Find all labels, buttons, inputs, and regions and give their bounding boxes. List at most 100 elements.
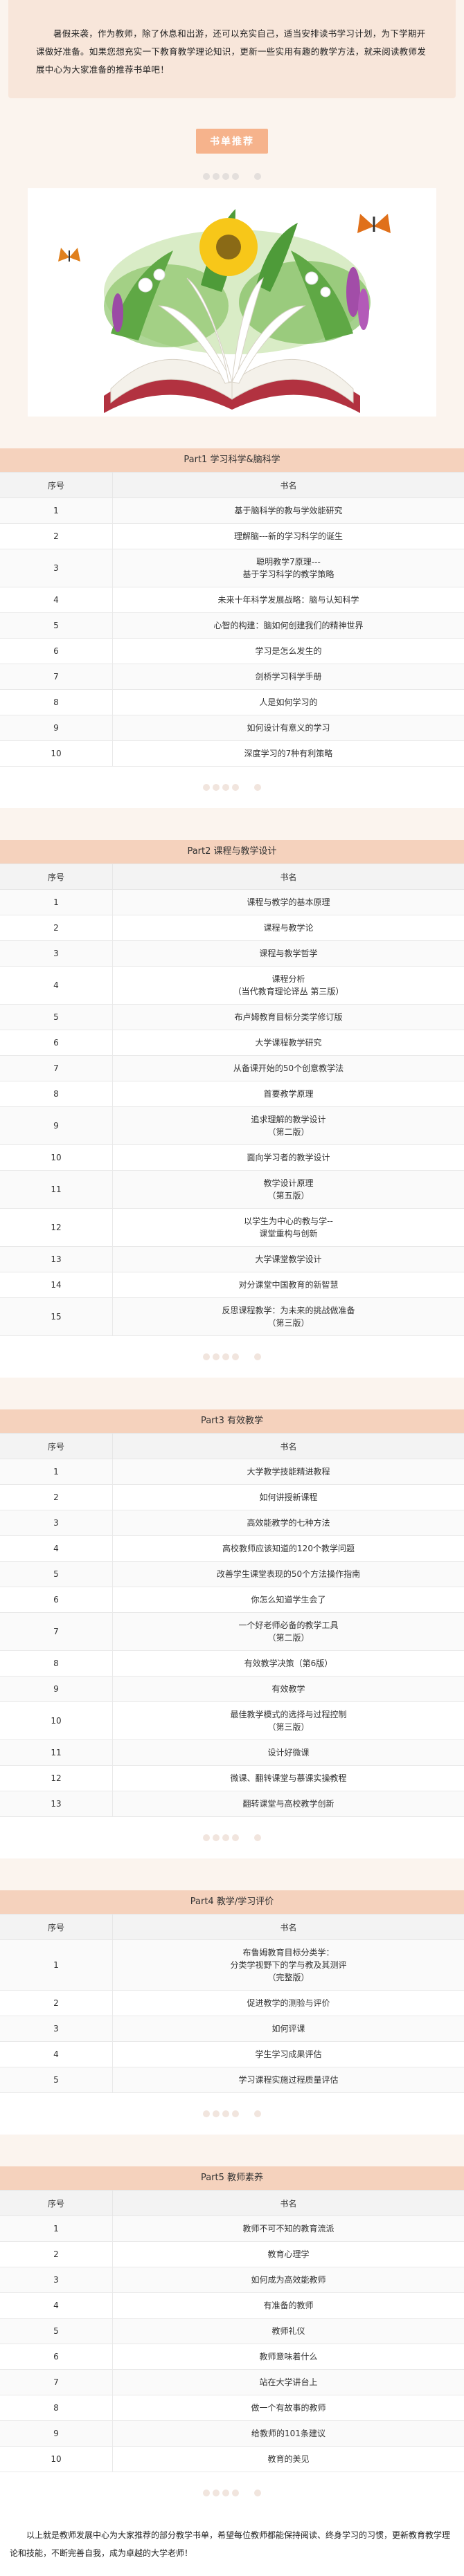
column-header-index: 序号: [0, 1915, 113, 1940]
table-row: 7剑桥学习科学手册: [0, 664, 464, 690]
dot-icon: [232, 1353, 239, 1360]
table-row: 6学习是怎么发生的: [0, 639, 464, 664]
table-row: 8做一个有故事的教师: [0, 2395, 464, 2421]
dot-icon: [222, 2110, 229, 2117]
book-title: 心智的构建：脑如何创建我们的精神世界: [113, 613, 464, 639]
table-row: 5布卢姆教育目标分类学修订版: [0, 1005, 464, 1030]
row-index: 11: [0, 1171, 113, 1209]
book-title: 教育心理学: [113, 2242, 464, 2267]
table-row: 8首要教学原理: [0, 1081, 464, 1107]
book-title: 如何设计有意义的学习: [113, 715, 464, 741]
dot-icon: [222, 1834, 229, 1841]
section-title: Part3 有效教学: [0, 1409, 464, 1433]
row-index: 2: [0, 1485, 113, 1510]
book-title: 对分课堂中国教育的新智慧: [113, 1272, 464, 1298]
book-title: 高校教师应该知道的120个教学问题: [113, 1536, 464, 1562]
book-title: 人是如何学习的: [113, 690, 464, 715]
dot-icon: [203, 1353, 210, 1360]
row-index: 7: [0, 1056, 113, 1081]
open-book-flowers-illustration: [28, 188, 436, 417]
table-row: 4高校教师应该知道的120个教学问题: [0, 1536, 464, 1562]
section-title: Part4 教学/学习评价: [0, 1890, 464, 1914]
table-row: 11设计好微课: [0, 1740, 464, 1766]
section-gap: [0, 417, 464, 448]
book-title: 学习课程实施过程质量评估: [113, 2067, 464, 2093]
row-index: 3: [0, 2016, 113, 2042]
table-row: 5教师礼仪: [0, 2319, 464, 2344]
decorative-dots: [0, 154, 464, 179]
book-title: 剑桥学习科学手册: [113, 664, 464, 690]
book-title: 促进教学的测验与评价: [113, 1991, 464, 2016]
dot-icon: [213, 1353, 220, 1360]
book-title: 大学课堂教学设计: [113, 1247, 464, 1272]
row-index: 5: [0, 613, 113, 639]
sunflower-icon: [199, 218, 258, 276]
row-index: 1: [0, 2216, 113, 2242]
book-title: 有准备的教师: [113, 2293, 464, 2319]
row-index: 4: [0, 2293, 113, 2319]
book-title: 最佳教学模式的选择与过程控制（第三版）: [113, 1702, 464, 1740]
book-title: 深度学习的7种有利策略: [113, 741, 464, 767]
table-row: 10深度学习的7种有利策略: [0, 741, 464, 767]
row-index: 2: [0, 915, 113, 941]
row-index: 8: [0, 1651, 113, 1677]
row-index: 5: [0, 1562, 113, 1587]
table-row: 13翻转课堂与高校教学创新: [0, 1791, 464, 1817]
row-index: 6: [0, 1030, 113, 1056]
hero-image: [28, 188, 436, 417]
table-row: 7站在大学讲台上: [0, 2370, 464, 2395]
table-row: 9追求理解的教学设计（第二版）: [0, 1107, 464, 1145]
dot-icon: [203, 2110, 210, 2117]
table-row: 12以学生为中心的教与学--课堂重构与创新: [0, 1209, 464, 1247]
column-header-index: 序号: [0, 1434, 113, 1459]
table-row: 7从备课开始的50个创意教学法: [0, 1056, 464, 1081]
row-index: 2: [0, 1991, 113, 2016]
book-table: 序号书名1布鲁姆教育目标分类学：分类学视野下的学与教及其测评（完整版）2促进教学…: [0, 1914, 464, 2093]
row-index: 10: [0, 2447, 113, 2472]
column-header-title: 书名: [113, 864, 464, 890]
column-header-title: 书名: [113, 1915, 464, 1940]
book-title: 理解脑---新的学习科学的诞生: [113, 524, 464, 549]
book-title: 教师意味着什么: [113, 2344, 464, 2370]
intro-paragraph: 暑假来袭，作为教师，除了休息和出游，还可以充实自己，适当安排读书学习计划，为下学…: [8, 0, 456, 98]
book-title: 教学设计原理（第五版）: [113, 1171, 464, 1209]
table-row: 2课程与教学论: [0, 915, 464, 941]
section-gap: [0, 2135, 464, 2166]
book-title: 如何成为高效能教师: [113, 2267, 464, 2293]
dot-icon: [222, 1353, 229, 1360]
book-title: 布卢姆教育目标分类学修订版: [113, 1005, 464, 1030]
decorative-dots: [0, 2093, 464, 2135]
row-index: 7: [0, 664, 113, 690]
decorative-dots: [0, 1817, 464, 1858]
dot-icon: [254, 784, 261, 791]
dot-icon: [213, 1834, 220, 1841]
column-header-index: 序号: [0, 864, 113, 890]
table-row: 2促进教学的测验与评价: [0, 1991, 464, 2016]
book-title: 学生学习成果评估: [113, 2042, 464, 2067]
table-row: 6大学课程教学研究: [0, 1030, 464, 1056]
row-index: 7: [0, 1613, 113, 1651]
book-table: 序号书名1教师不可不知的教育流派2教育心理学3如何成为高效能教师4有准备的教师5…: [0, 2190, 464, 2472]
row-index: 13: [0, 1791, 113, 1817]
section-gap: [0, 808, 464, 840]
dot-icon: [254, 1834, 261, 1841]
book-title: 教师不可不知的教育流派: [113, 2216, 464, 2242]
row-index: 12: [0, 1766, 113, 1791]
book-title: 从备课开始的50个创意教学法: [113, 1056, 464, 1081]
row-index: 4: [0, 587, 113, 613]
book-title: 做一个有故事的教师: [113, 2395, 464, 2421]
book-title: 首要教学原理: [113, 1081, 464, 1107]
book-title: 课程分析（当代教育理论译丛 第三版）: [113, 967, 464, 1005]
table-row: 7一个好老师必备的教学工具（第二版）: [0, 1613, 464, 1651]
table-row: 5心智的构建：脑如何创建我们的精神世界: [0, 613, 464, 639]
row-index: 7: [0, 2370, 113, 2395]
table-row: 9给教师的101条建议: [0, 2421, 464, 2447]
row-index: 2: [0, 524, 113, 549]
table-row: 10面向学习者的教学设计: [0, 1145, 464, 1171]
dot-icon: [213, 2110, 220, 2117]
row-index: 6: [0, 1587, 113, 1613]
row-index: 4: [0, 1536, 113, 1562]
book-title: 课程与教学的基本原理: [113, 890, 464, 915]
dot-icon: [232, 2110, 239, 2117]
book-list-tag: 书单推荐: [196, 129, 268, 154]
